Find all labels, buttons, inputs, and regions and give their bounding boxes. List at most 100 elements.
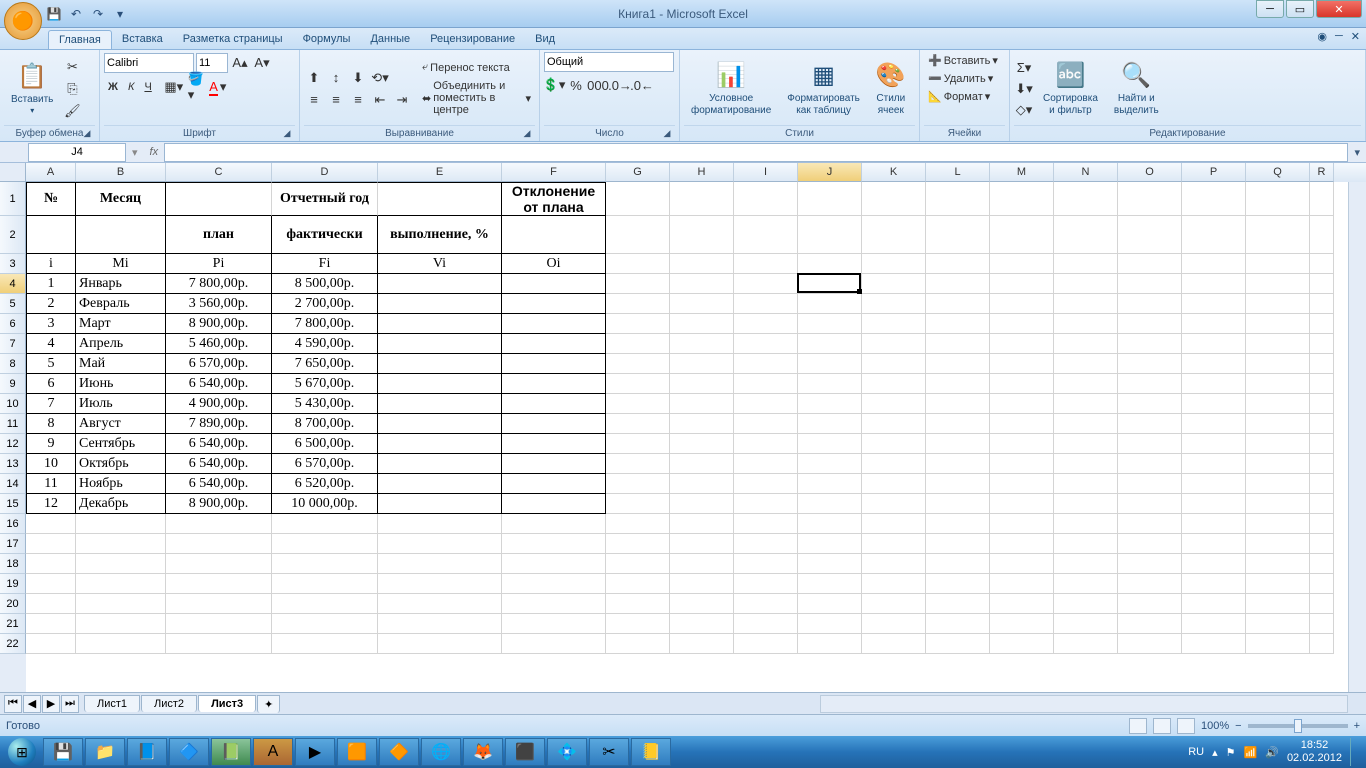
cell-J19[interactable] (798, 574, 862, 594)
column-header-B[interactable]: B (76, 163, 166, 182)
cell-M15[interactable] (990, 494, 1054, 514)
cell-C13[interactable]: 6 540,00р. (166, 454, 272, 474)
cell-E12[interactable] (378, 434, 502, 454)
cell-H14[interactable] (670, 474, 734, 494)
cell-G14[interactable] (606, 474, 670, 494)
cell-M13[interactable] (990, 454, 1054, 474)
decrease-indent-icon[interactable]: ⇤ (370, 90, 390, 110)
cell-N4[interactable] (1054, 274, 1118, 294)
cell-P7[interactable] (1182, 334, 1246, 354)
cell-H6[interactable] (670, 314, 734, 334)
cell-F7[interactable] (502, 334, 606, 354)
cell-E8[interactable] (378, 354, 502, 374)
cell-M11[interactable] (990, 414, 1054, 434)
cell-L1[interactable] (926, 182, 990, 216)
cell-L11[interactable] (926, 414, 990, 434)
cell-J5[interactable] (798, 294, 862, 314)
column-header-D[interactable]: D (272, 163, 378, 182)
cell-G16[interactable] (606, 514, 670, 534)
select-all-corner[interactable] (0, 163, 26, 182)
cell-J10[interactable] (798, 394, 862, 414)
cell-O1[interactable] (1118, 182, 1182, 216)
cell-P21[interactable] (1182, 614, 1246, 634)
cell-N1[interactable] (1054, 182, 1118, 216)
tray-network-icon[interactable]: 📶 (1244, 746, 1258, 759)
cell-O5[interactable] (1118, 294, 1182, 314)
cell-B10[interactable]: Июль (76, 394, 166, 414)
cell-M18[interactable] (990, 554, 1054, 574)
cell-B8[interactable]: Май (76, 354, 166, 374)
cell-H2[interactable] (670, 216, 734, 254)
sheet-nav-prev-icon[interactable]: ◀ (23, 695, 41, 713)
taskbar-app2-icon[interactable]: A (253, 738, 293, 766)
cell-A21[interactable] (26, 614, 76, 634)
column-header-A[interactable]: A (26, 163, 76, 182)
cell-L8[interactable] (926, 354, 990, 374)
name-box[interactable] (28, 143, 126, 162)
sheet-nav-next-icon[interactable]: ▶ (42, 695, 60, 713)
cell-F17[interactable] (502, 534, 606, 554)
cell-J20[interactable] (798, 594, 862, 614)
cell-L17[interactable] (926, 534, 990, 554)
copy-icon[interactable]: ⎘ (62, 79, 82, 99)
font-launcher-icon[interactable]: ◢ (281, 128, 293, 140)
cell-E17[interactable] (378, 534, 502, 554)
cell-R13[interactable] (1310, 454, 1334, 474)
cell-K4[interactable] (862, 274, 926, 294)
cell-I13[interactable] (734, 454, 798, 474)
cell-J11[interactable] (798, 414, 862, 434)
normal-view-button[interactable] (1129, 718, 1147, 734)
cell-D4[interactable]: 8 500,00р. (272, 274, 378, 294)
borders-icon[interactable]: ▦▾ (164, 77, 184, 97)
cell-J16[interactable] (798, 514, 862, 534)
row-header-11[interactable]: 11 (0, 414, 26, 434)
cell-O19[interactable] (1118, 574, 1182, 594)
cell-B13[interactable]: Октябрь (76, 454, 166, 474)
row-header-21[interactable]: 21 (0, 614, 26, 634)
cell-K17[interactable] (862, 534, 926, 554)
font-size-input[interactable] (196, 53, 228, 73)
cell-D16[interactable] (272, 514, 378, 534)
cell-E19[interactable] (378, 574, 502, 594)
cell-D22[interactable] (272, 634, 378, 654)
cell-I15[interactable] (734, 494, 798, 514)
cell-I5[interactable] (734, 294, 798, 314)
cell-B7[interactable]: Апрель (76, 334, 166, 354)
cell-E18[interactable] (378, 554, 502, 574)
sheet-tab-0[interactable]: Лист1 (84, 695, 140, 712)
cell-Q14[interactable] (1246, 474, 1310, 494)
cell-styles-button[interactable]: 🎨Стили ячеек (869, 58, 913, 120)
cell-Q16[interactable] (1246, 514, 1310, 534)
delete-cells-button[interactable]: ➖ Удалить ▾ (924, 70, 997, 87)
cell-M16[interactable] (990, 514, 1054, 534)
cell-O15[interactable] (1118, 494, 1182, 514)
cell-I14[interactable] (734, 474, 798, 494)
cell-E5[interactable] (378, 294, 502, 314)
vertical-scrollbar[interactable] (1348, 182, 1366, 692)
cell-K1[interactable] (862, 182, 926, 216)
cell-H16[interactable] (670, 514, 734, 534)
cell-M3[interactable] (990, 254, 1054, 274)
cell-D21[interactable] (272, 614, 378, 634)
cell-R16[interactable] (1310, 514, 1334, 534)
cell-J18[interactable] (798, 554, 862, 574)
cell-C16[interactable] (166, 514, 272, 534)
cell-G2[interactable] (606, 216, 670, 254)
cell-D2[interactable]: фактически (272, 216, 378, 254)
cell-K21[interactable] (862, 614, 926, 634)
row-header-7[interactable]: 7 (0, 334, 26, 354)
cell-I21[interactable] (734, 614, 798, 634)
cell-E21[interactable] (378, 614, 502, 634)
cell-F22[interactable] (502, 634, 606, 654)
cell-K5[interactable] (862, 294, 926, 314)
paste-button[interactable]: 📋Вставить▾ (4, 59, 60, 119)
decrease-decimal-icon[interactable]: .0← (632, 75, 652, 95)
number-format-select[interactable] (544, 52, 674, 72)
cell-R6[interactable] (1310, 314, 1334, 334)
cell-F9[interactable] (502, 374, 606, 394)
sort-filter-button[interactable]: 🔤Сортировка и фильтр (1036, 58, 1105, 120)
cell-A20[interactable] (26, 594, 76, 614)
cell-B4[interactable]: Январь (76, 274, 166, 294)
cell-H19[interactable] (670, 574, 734, 594)
zoom-out-button[interactable]: − (1235, 720, 1241, 732)
